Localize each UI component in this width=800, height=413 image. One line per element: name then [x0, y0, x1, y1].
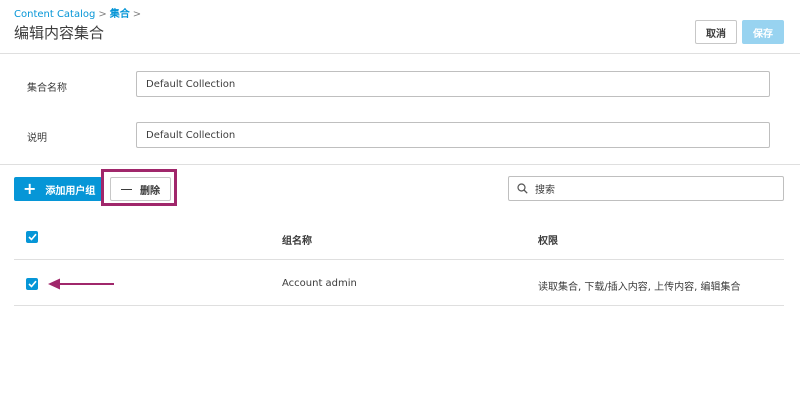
save-button[interactable]: 保存: [742, 20, 784, 44]
checkmark-icon: [27, 233, 37, 241]
add-user-group-button[interactable]: + 添加用户组: [14, 177, 102, 201]
collection-name-label: 集合名称: [27, 83, 67, 94]
table-header-divider: [14, 259, 784, 260]
breadcrumb-separator: >: [132, 9, 142, 20]
add-user-group-label: 添加用户组: [45, 185, 96, 197]
collection-name-value: Default Collection: [146, 78, 236, 90]
description-value: Default Collection: [146, 129, 236, 141]
search-placeholder: 搜索: [535, 185, 555, 196]
search-icon: [517, 183, 528, 194]
row-permissions: 读取集合, 下载/插入内容, 上传内容, 编辑集合: [538, 282, 741, 293]
column-header-permissions[interactable]: 权限: [538, 232, 558, 247]
description-field[interactable]: Default Collection: [136, 122, 770, 148]
row-group-name: Account admin: [282, 278, 357, 289]
collection-name-field[interactable]: Default Collection: [136, 71, 770, 97]
header-divider: [0, 53, 800, 54]
breadcrumb: Content Catalog > 集合 >: [14, 5, 144, 20]
plus-icon: +: [23, 179, 37, 198]
column-header-group-name[interactable]: 组名称: [282, 232, 312, 247]
arrow-left-icon: [48, 278, 114, 290]
checkmark-icon: [27, 280, 37, 288]
page-title: 编辑内容集合: [14, 24, 105, 42]
select-all-checkbox[interactable]: [26, 231, 38, 243]
annotation-highlight-box: [101, 169, 177, 206]
search-input[interactable]: 搜索: [508, 176, 784, 201]
table-row-divider: [14, 305, 784, 306]
cancel-button[interactable]: 取消: [695, 20, 737, 44]
breadcrumb-separator: >: [98, 9, 107, 20]
form-divider: [0, 164, 800, 165]
description-label: 说明: [27, 133, 47, 144]
breadcrumb-link-content-catalog[interactable]: Content Catalog: [14, 9, 95, 20]
row-checkbox[interactable]: [26, 278, 38, 290]
breadcrumb-link-collection[interactable]: 集合: [110, 9, 130, 20]
